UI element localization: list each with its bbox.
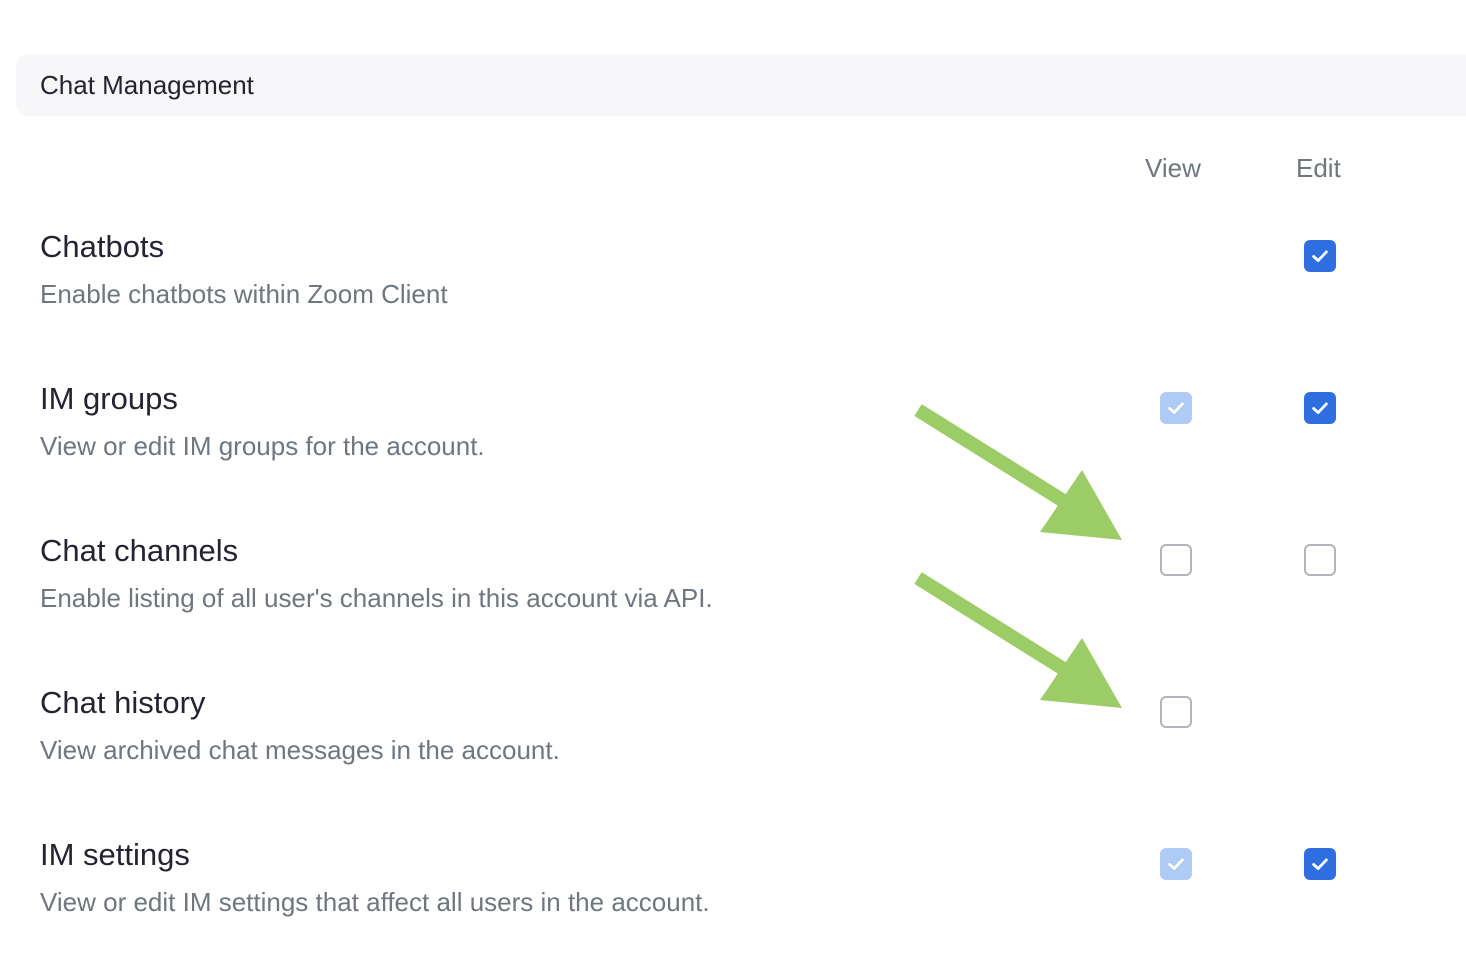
chat-history-view-checkbox[interactable] (1160, 696, 1192, 728)
row-description: View or edit IM groups for the account. (40, 431, 485, 461)
im-groups-view-checkbox[interactable] (1160, 392, 1192, 424)
im-groups-edit-checkbox[interactable] (1304, 392, 1336, 424)
row-title: IM groups (40, 381, 178, 416)
chat-channels-view-checkbox[interactable] (1160, 544, 1192, 576)
permission-row-im-groups: IM groups View or edit IM groups for the… (40, 381, 1440, 491)
row-title: IM settings (40, 837, 190, 872)
section-header: Chat Management (16, 54, 1466, 116)
row-description: View or edit IM settings that affect all… (40, 887, 710, 917)
permission-row-chatbots: Chatbots Enable chatbots within Zoom Cli… (40, 229, 1440, 339)
permission-row-im-settings: IM settings View or edit IM settings tha… (40, 837, 1440, 947)
chat-channels-edit-checkbox[interactable] (1304, 544, 1336, 576)
row-description: Enable chatbots within Zoom Client (40, 279, 448, 309)
row-title: Chat history (40, 685, 206, 720)
row-description: Enable listing of all user's channels in… (40, 583, 713, 613)
row-title: Chatbots (40, 229, 165, 264)
chat-management-page: Chat Management View Edit Chatbots Enabl… (0, 0, 1466, 978)
permission-row-chat-channels: Chat channels Enable listing of all user… (40, 533, 1440, 643)
column-header-edit: Edit (1296, 153, 1341, 183)
im-settings-edit-checkbox[interactable] (1304, 848, 1336, 880)
permission-row-chat-history: Chat history View archived chat messages… (40, 685, 1440, 795)
check-icon (1309, 245, 1331, 267)
im-settings-view-checkbox[interactable] (1160, 848, 1192, 880)
section-title: Chat Management (40, 70, 254, 100)
check-icon (1165, 397, 1187, 419)
check-icon (1165, 853, 1187, 875)
check-icon (1309, 853, 1331, 875)
row-description: View archived chat messages in the accou… (40, 735, 560, 765)
chatbots-edit-checkbox[interactable] (1304, 240, 1336, 272)
check-icon (1309, 397, 1331, 419)
column-header-view: View (1145, 153, 1201, 183)
row-title: Chat channels (40, 533, 239, 568)
